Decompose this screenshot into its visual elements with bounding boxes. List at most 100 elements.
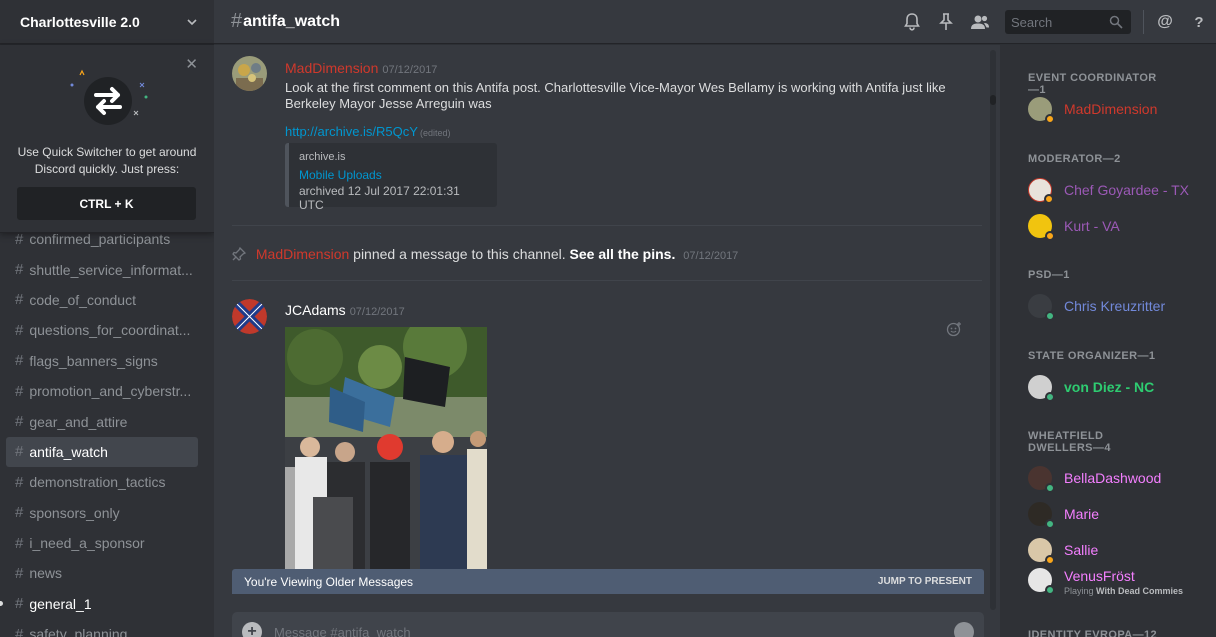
- channel-item[interactable]: # questions_for_coordinat...: [6, 315, 198, 345]
- pin-icon[interactable]: [929, 0, 963, 44]
- avatar: [1028, 375, 1055, 402]
- quick-switcher-shortcut[interactable]: CTRL + K: [17, 187, 196, 220]
- status-indicator: [1045, 483, 1055, 493]
- avatar: [1028, 178, 1054, 204]
- member-name: Kurt - VA: [1064, 218, 1120, 234]
- member-name: MadDimension: [1064, 101, 1158, 117]
- system-author[interactable]: MadDimension: [256, 246, 349, 262]
- system-text: pinned a message to this channel.: [353, 246, 566, 262]
- member-group-title: WHEATFIELD DWELLERS—4: [1028, 430, 1111, 454]
- scrollbar-thumb[interactable]: [990, 95, 996, 105]
- avatar[interactable]: [232, 56, 267, 91]
- channel-item[interactable]: # flags_banners_signs: [6, 346, 198, 376]
- quick-switcher-text: Use Quick Switcher to get around Discord…: [17, 145, 197, 176]
- search-input[interactable]: [1005, 14, 1105, 30]
- link-embed: archive.is Mobile Uploads archived 12 Ju…: [285, 143, 497, 212]
- hash-icon: #: [15, 625, 24, 637]
- channel-item[interactable]: # safety_planning: [6, 619, 198, 637]
- channel-item[interactable]: # shuttle_service_informat...: [6, 254, 198, 284]
- channel-item[interactable]: # code_of_conduct: [6, 285, 198, 315]
- message-text: Look at the first comment on this Antifa…: [285, 80, 946, 111]
- hash-icon: #: [15, 564, 24, 582]
- channel-item[interactable]: # news: [6, 558, 198, 588]
- hash-icon: #: [15, 382, 24, 400]
- close-icon[interactable]: ✕: [185, 57, 198, 72]
- hash-icon: #: [15, 413, 24, 431]
- channel-item[interactable]: # promotion_and_cyberstr...: [6, 376, 198, 406]
- member-item[interactable]: VenusFröst Playing With Dead Commies: [1028, 562, 1183, 606]
- member-item[interactable]: Chris Kreuzritter: [1028, 288, 1165, 324]
- member-group-title: STATE ORGANIZER—1: [1028, 350, 1156, 362]
- member-item[interactable]: Kurt - VA: [1028, 208, 1120, 244]
- message-divider: [232, 225, 982, 226]
- avatar: [1028, 466, 1055, 493]
- emoji-icon[interactable]: [954, 622, 974, 637]
- member-name: von Diez - NC: [1064, 379, 1155, 395]
- member-group-title: PSD—1: [1028, 269, 1070, 281]
- timestamp: 07/12/2017: [349, 306, 405, 318]
- channel-item[interactable]: # i_need_a_sponsor: [6, 528, 198, 558]
- server-name: Charlottesville 2.0: [20, 13, 140, 30]
- status-indicator: [1045, 519, 1055, 529]
- member-item[interactable]: Chef Goyardee - TX: [1028, 172, 1189, 208]
- member-name: Sallie: [1064, 542, 1099, 558]
- embed-title[interactable]: Mobile Uploads: [299, 168, 487, 182]
- search-box[interactable]: [1005, 10, 1131, 34]
- member-name: VenusFröst: [1064, 568, 1135, 584]
- older-messages-text: You're Viewing Older Messages: [244, 574, 414, 589]
- help-icon[interactable]: ?: [1182, 0, 1216, 44]
- member-name: Marie: [1064, 506, 1100, 522]
- hash-icon: #: [15, 443, 24, 461]
- channel-list: # confirmed_participants # shuttle_service…: [0, 224, 214, 637]
- members-icon[interactable]: [963, 0, 997, 44]
- member-group-title: MODERATOR—2: [1028, 153, 1121, 165]
- at-icon[interactable]: @: [1148, 0, 1182, 44]
- channel-title: antifa_watch: [243, 12, 341, 30]
- message-input[interactable]: [274, 624, 914, 637]
- channel-item-active[interactable]: # antifa_watch: [6, 436, 198, 468]
- channel-item-unread[interactable]: # general_1: [0, 589, 198, 619]
- scrollbar-track[interactable]: [990, 50, 996, 610]
- older-messages-bar[interactable]: You're Viewing Older Messages JUMP TO PR…: [232, 569, 984, 594]
- member-name: Chris Kreuzritter: [1064, 298, 1166, 314]
- add-reaction-icon[interactable]: [946, 321, 962, 337]
- member-name: BellaDashwood: [1064, 470, 1162, 486]
- hash-icon: #: [15, 230, 24, 248]
- member-item[interactable]: BellaDashwood: [1028, 460, 1161, 496]
- member-list: EVENT COORDINATOR—1 MadDimension MODERAT…: [1000, 45, 1216, 637]
- hash-icon: #: [15, 534, 24, 552]
- hash-icon: #: [15, 595, 24, 613]
- author-name[interactable]: JCAdams: [285, 302, 346, 318]
- search-icon: [1109, 15, 1123, 29]
- bell-icon[interactable]: [895, 0, 929, 44]
- embed-provider: archive.is: [299, 151, 346, 163]
- edited-label: (edited): [419, 128, 451, 138]
- author-name[interactable]: MadDimension: [285, 60, 378, 76]
- see-pins-link[interactable]: See all the pins.: [570, 246, 676, 262]
- status-indicator: [1045, 231, 1055, 241]
- message-composer: +: [232, 612, 984, 637]
- member-item[interactable]: MadDimension: [1028, 91, 1157, 127]
- member-item[interactable]: von Diez - NC: [1028, 369, 1154, 405]
- avatar: [1028, 568, 1055, 595]
- message-header: MadDimension 07/12/2017: [285, 60, 437, 76]
- pin-icon: [232, 246, 247, 261]
- quick-switcher-tip: ✕ Use Quick Switcher to get around Disco…: [0, 45, 214, 233]
- toolbar-divider: [1143, 10, 1144, 34]
- system-message: MadDimension pinned a message to this ch…: [232, 246, 738, 262]
- member-item[interactable]: Marie: [1028, 496, 1099, 532]
- channel-item[interactable]: # gear_and_attire: [6, 406, 198, 436]
- channel-item[interactable]: # demonstration_tactics: [6, 467, 198, 497]
- server-header[interactable]: Charlottesville 2.0: [0, 0, 214, 44]
- avatar: [1028, 214, 1055, 241]
- status-indicator: [1045, 114, 1055, 124]
- hash-icon: #: [15, 352, 24, 370]
- message-link[interactable]: http://archive.is/R5QcY: [285, 124, 418, 139]
- channel-item[interactable]: # sponsors_only: [6, 498, 198, 528]
- jump-to-present-button[interactable]: JUMP TO PRESENT: [878, 576, 972, 587]
- message-divider: [232, 280, 982, 281]
- avatar[interactable]: [232, 299, 267, 334]
- channel-hash: #: [231, 10, 243, 32]
- upload-plus-icon[interactable]: +: [242, 622, 262, 637]
- message-image[interactable]: [285, 327, 487, 572]
